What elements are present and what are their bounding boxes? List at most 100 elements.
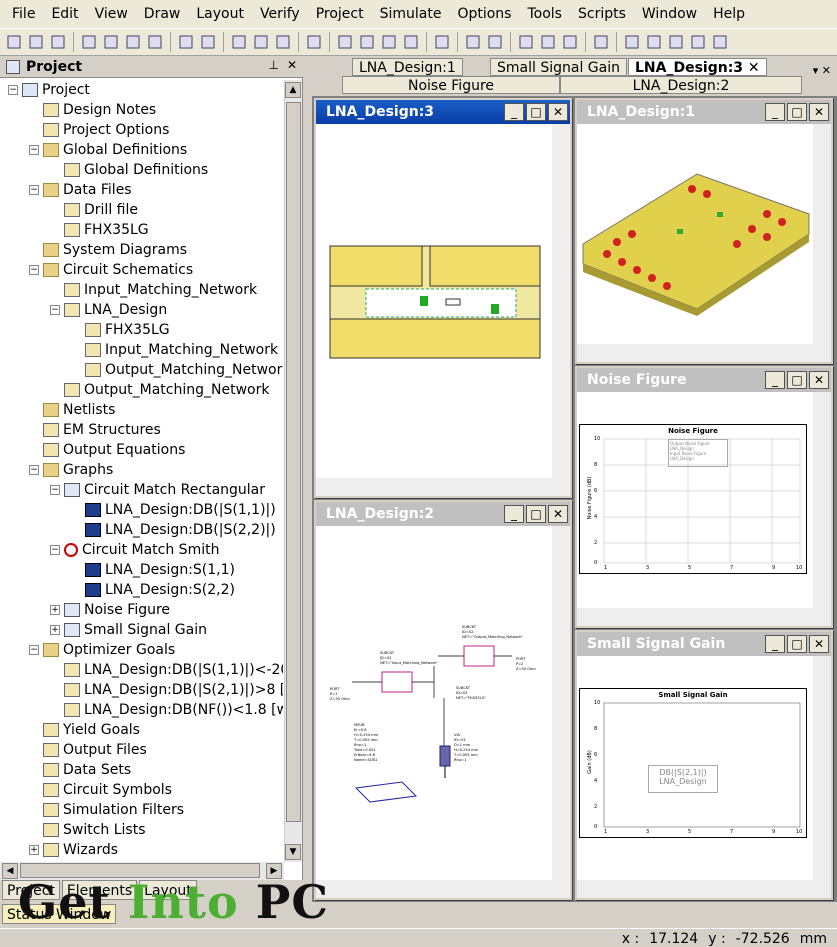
vertical-scrollbar[interactable] (813, 392, 831, 608)
tree-item[interactable]: Input_Matching_Network (71, 340, 278, 360)
close-button[interactable]: ✕ (548, 103, 568, 121)
tree-item[interactable]: Yield Goals (29, 720, 140, 740)
doc-tab-noise-figure[interactable]: Noise Figure (342, 76, 560, 94)
collapse-icon[interactable]: − (50, 545, 60, 555)
tree-item[interactable]: Global Definitions (50, 160, 208, 180)
tree-item[interactable]: − Project (8, 80, 90, 100)
minimize-button[interactable]: _ (504, 505, 524, 523)
graph-icon[interactable] (538, 32, 558, 52)
close-button[interactable]: ✕ (548, 505, 568, 523)
tree-item[interactable]: LNA_Design:S(1,1) (71, 560, 235, 580)
scroll-up-icon[interactable]: ▲ (285, 82, 301, 98)
scroll-left-icon[interactable]: ◀ (2, 863, 18, 879)
tree-item[interactable]: Output Files (29, 740, 147, 760)
pin-icon[interactable]: ⊥ (268, 58, 278, 72)
collapse-icon[interactable]: − (50, 485, 60, 495)
menu-help[interactable]: Help (705, 6, 753, 22)
collapse-icon[interactable]: − (29, 645, 39, 655)
doc-tab-lna-design-3[interactable]: LNA_Design:3 ✕ (628, 58, 767, 76)
zoom-fit-icon[interactable] (273, 32, 293, 52)
wire-icon[interactable] (710, 32, 730, 52)
collapse-icon[interactable]: − (29, 465, 39, 475)
layout-2d-view[interactable] (316, 124, 554, 484)
tree-item[interactable]: − Data Files (29, 180, 132, 200)
scroll-thumb[interactable] (286, 102, 301, 822)
collapse-icon[interactable]: − (50, 305, 60, 315)
close-button[interactable]: ✕ (809, 103, 829, 121)
layout-3d-view[interactable] (577, 124, 815, 344)
graph-icon[interactable] (560, 32, 580, 52)
tree-item[interactable]: EM Structures (29, 420, 161, 440)
minimize-button[interactable]: _ (504, 103, 524, 121)
paste-icon[interactable] (123, 32, 143, 52)
add-icon[interactable] (357, 32, 377, 52)
add-icon[interactable] (401, 32, 421, 52)
vertical-scrollbar[interactable] (813, 656, 831, 880)
maximize-button[interactable]: □ (526, 103, 546, 121)
tree-item[interactable]: Output_Matching_Network (50, 380, 269, 400)
tree-item[interactable]: LNA_Design:DB(|S(1,1)|) (71, 500, 276, 520)
maximize-button[interactable]: □ (526, 505, 546, 523)
tree-item[interactable]: Netlists (29, 400, 115, 420)
tree-item[interactable]: LNA_Design:DB(NF())<1.8 [w=1 (50, 700, 283, 720)
noise-figure-graph[interactable]: Noise Figure Noise Figure (dB) Output No… (579, 424, 807, 574)
tree-item[interactable]: Simulation Filters (29, 800, 184, 820)
print-icon[interactable] (591, 32, 611, 52)
menu-view[interactable]: View (87, 6, 136, 22)
simulate-icon[interactable] (432, 32, 452, 52)
vertical-scrollbar[interactable] (552, 526, 570, 880)
tree-item[interactable]: System Diagrams (29, 240, 187, 260)
minimize-button[interactable]: _ (765, 371, 785, 389)
tree-item[interactable]: Input_Matching_Network (50, 280, 257, 300)
menu-edit[interactable]: Edit (43, 6, 86, 22)
tree-item[interactable]: Design Notes (29, 100, 156, 120)
tab-list-icon[interactable]: ▾ ✕ (813, 64, 831, 77)
save-icon[interactable] (48, 32, 68, 52)
add-icon[interactable] (379, 32, 399, 52)
undo-icon[interactable] (176, 32, 196, 52)
tree-item[interactable]: Circuit Symbols (29, 780, 172, 800)
tree-item[interactable]: − Graphs (29, 460, 113, 480)
menu-options[interactable]: Options (449, 6, 519, 22)
horizontal-scrollbar[interactable] (577, 880, 831, 898)
tree-item[interactable]: LNA_Design:S(2,2) (71, 580, 235, 600)
expand-icon[interactable]: + (29, 845, 39, 855)
tree-item[interactable]: − Circuit Match Rectangular (50, 480, 265, 500)
maximize-button[interactable]: □ (787, 371, 807, 389)
wire-icon[interactable] (622, 32, 642, 52)
collapse-icon[interactable]: − (29, 145, 39, 155)
tree-item[interactable]: − Optimizer Goals (29, 640, 175, 660)
doc-tab-small-signal-gain[interactable]: Small Signal Gain (490, 58, 627, 76)
wire-icon[interactable] (666, 32, 686, 52)
cut-icon[interactable] (79, 32, 99, 52)
horizontal-scrollbar[interactable] (577, 344, 831, 362)
menu-file[interactable]: File (4, 6, 43, 22)
maximize-button[interactable]: □ (787, 635, 807, 653)
tune-icon[interactable] (463, 32, 483, 52)
expand-icon[interactable]: + (50, 605, 60, 615)
vertical-scrollbar[interactable] (552, 124, 570, 478)
project-vertical-scrollbar[interactable]: ▲ ▼ (284, 80, 302, 862)
tree-item[interactable]: + Noise Figure (50, 600, 170, 620)
tree-item[interactable]: − Circuit Schematics (29, 260, 193, 280)
horizontal-scrollbar[interactable] (316, 880, 570, 898)
menu-window[interactable]: Window (634, 6, 705, 22)
tree-item[interactable]: + Small Signal Gain (50, 620, 207, 640)
tree-item[interactable]: − Global Definitions (29, 140, 187, 160)
menu-layout[interactable]: Layout (188, 6, 252, 22)
doc-tab-lna-design-1[interactable]: LNA_Design:1 (352, 58, 463, 76)
open-icon[interactable] (26, 32, 46, 52)
tree-item[interactable]: − Circuit Match Smith (50, 540, 219, 560)
tree-item[interactable]: Project Options (29, 120, 169, 140)
tree-item[interactable]: Switch Lists (29, 820, 146, 840)
maximize-button[interactable]: □ (787, 103, 807, 121)
graph-icon[interactable] (516, 32, 536, 52)
zoom-out-icon[interactable] (251, 32, 271, 52)
menu-tools[interactable]: Tools (519, 6, 570, 22)
tree-item[interactable]: Output_Matching_Network (71, 360, 283, 380)
tree-item[interactable]: − LNA_Design (50, 300, 167, 320)
minimize-button[interactable]: _ (765, 635, 785, 653)
select-icon[interactable] (304, 32, 324, 52)
expand-icon[interactable]: + (50, 625, 60, 635)
close-button[interactable]: ✕ (809, 371, 829, 389)
